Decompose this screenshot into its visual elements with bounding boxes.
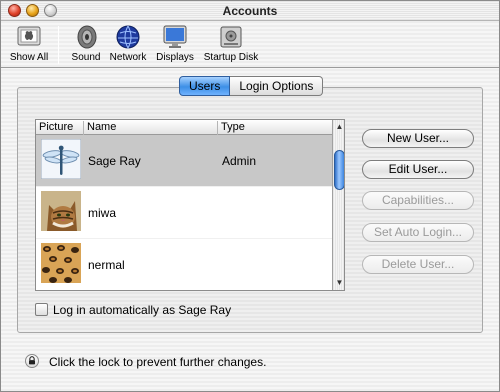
monitor-icon: [163, 25, 187, 48]
toolbar: Show All Sound Network Displays Startup …: [1, 22, 499, 68]
scroll-thumb[interactable]: [334, 150, 344, 190]
accounts-window: Accounts Show All Sound Network Displays…: [0, 0, 500, 392]
toolbar-show-all[interactable]: Show All: [7, 24, 51, 63]
user-name: Sage Ray: [88, 154, 141, 168]
capabilities-button[interactable]: Capabilities...: [362, 191, 474, 210]
toolbar-separator: [58, 26, 59, 64]
hard-disk-icon: [220, 26, 242, 48]
lock-status-text: Click the lock to prevent further change…: [49, 355, 267, 369]
speaker-icon: [77, 25, 97, 49]
tab-login-options[interactable]: Login Options: [230, 76, 324, 96]
leopard-pattern: [41, 243, 81, 283]
user-name: nermal: [88, 258, 125, 272]
column-header-type[interactable]: Type: [218, 121, 332, 135]
column-header-name[interactable]: Name: [84, 121, 218, 135]
user-list[interactable]: Picture Name Type Sage Ray Admin miwa ne…: [35, 119, 345, 291]
edit-user-button[interactable]: Edit User...: [362, 160, 474, 179]
toolbar-network[interactable]: Network: [107, 24, 149, 63]
tab-users[interactable]: Users: [179, 76, 231, 96]
cat-photo: [41, 191, 81, 231]
column-header-picture[interactable]: Picture: [36, 121, 84, 135]
tab-bar: Users Login Options: [179, 76, 324, 96]
toolbar-sound-label: Sound: [71, 52, 101, 63]
user-type: Admin: [222, 154, 257, 168]
lock-icon[interactable]: [25, 354, 39, 368]
toolbar-sound[interactable]: Sound: [67, 24, 105, 63]
title-bar[interactable]: Accounts: [1, 1, 499, 21]
toolbar-network-label: Network: [109, 52, 147, 63]
window-title: Accounts: [222, 4, 278, 18]
user-list-scrollbar[interactable]: ▲ ▼: [332, 120, 344, 290]
user-row[interactable]: nermal: [36, 239, 332, 290]
auto-login-label[interactable]: Log in automatically as Sage Ray: [53, 303, 231, 317]
auto-login-checkbox[interactable]: [35, 303, 48, 316]
scroll-up-arrow-icon[interactable]: ▲: [335, 122, 344, 131]
set-auto-login-button[interactable]: Set Auto Login...: [362, 223, 474, 242]
globe-icon: [116, 25, 140, 50]
scroll-down-arrow-icon[interactable]: ▼: [335, 278, 344, 287]
toolbar-show-all-label: Show All: [9, 52, 49, 63]
user-name: miwa: [88, 206, 117, 220]
toolbar-displays-label: Displays: [156, 52, 194, 63]
new-user-button[interactable]: New User...: [362, 129, 474, 148]
dragonfly-icon: [41, 139, 81, 179]
user-row[interactable]: Sage Ray Admin: [36, 135, 332, 187]
toolbar-displays[interactable]: Displays: [153, 24, 197, 63]
user-row[interactable]: miwa: [36, 187, 332, 239]
toolbar-startup-disk[interactable]: Startup Disk: [201, 24, 261, 63]
user-rows: Sage Ray Admin miwa nermal: [36, 135, 332, 290]
toolbar-startup-disk-label: Startup Disk: [203, 52, 259, 63]
list-header: Picture Name Type: [36, 120, 332, 135]
delete-user-button[interactable]: Delete User...: [362, 255, 474, 274]
apple-prefs-icon: [17, 26, 41, 46]
